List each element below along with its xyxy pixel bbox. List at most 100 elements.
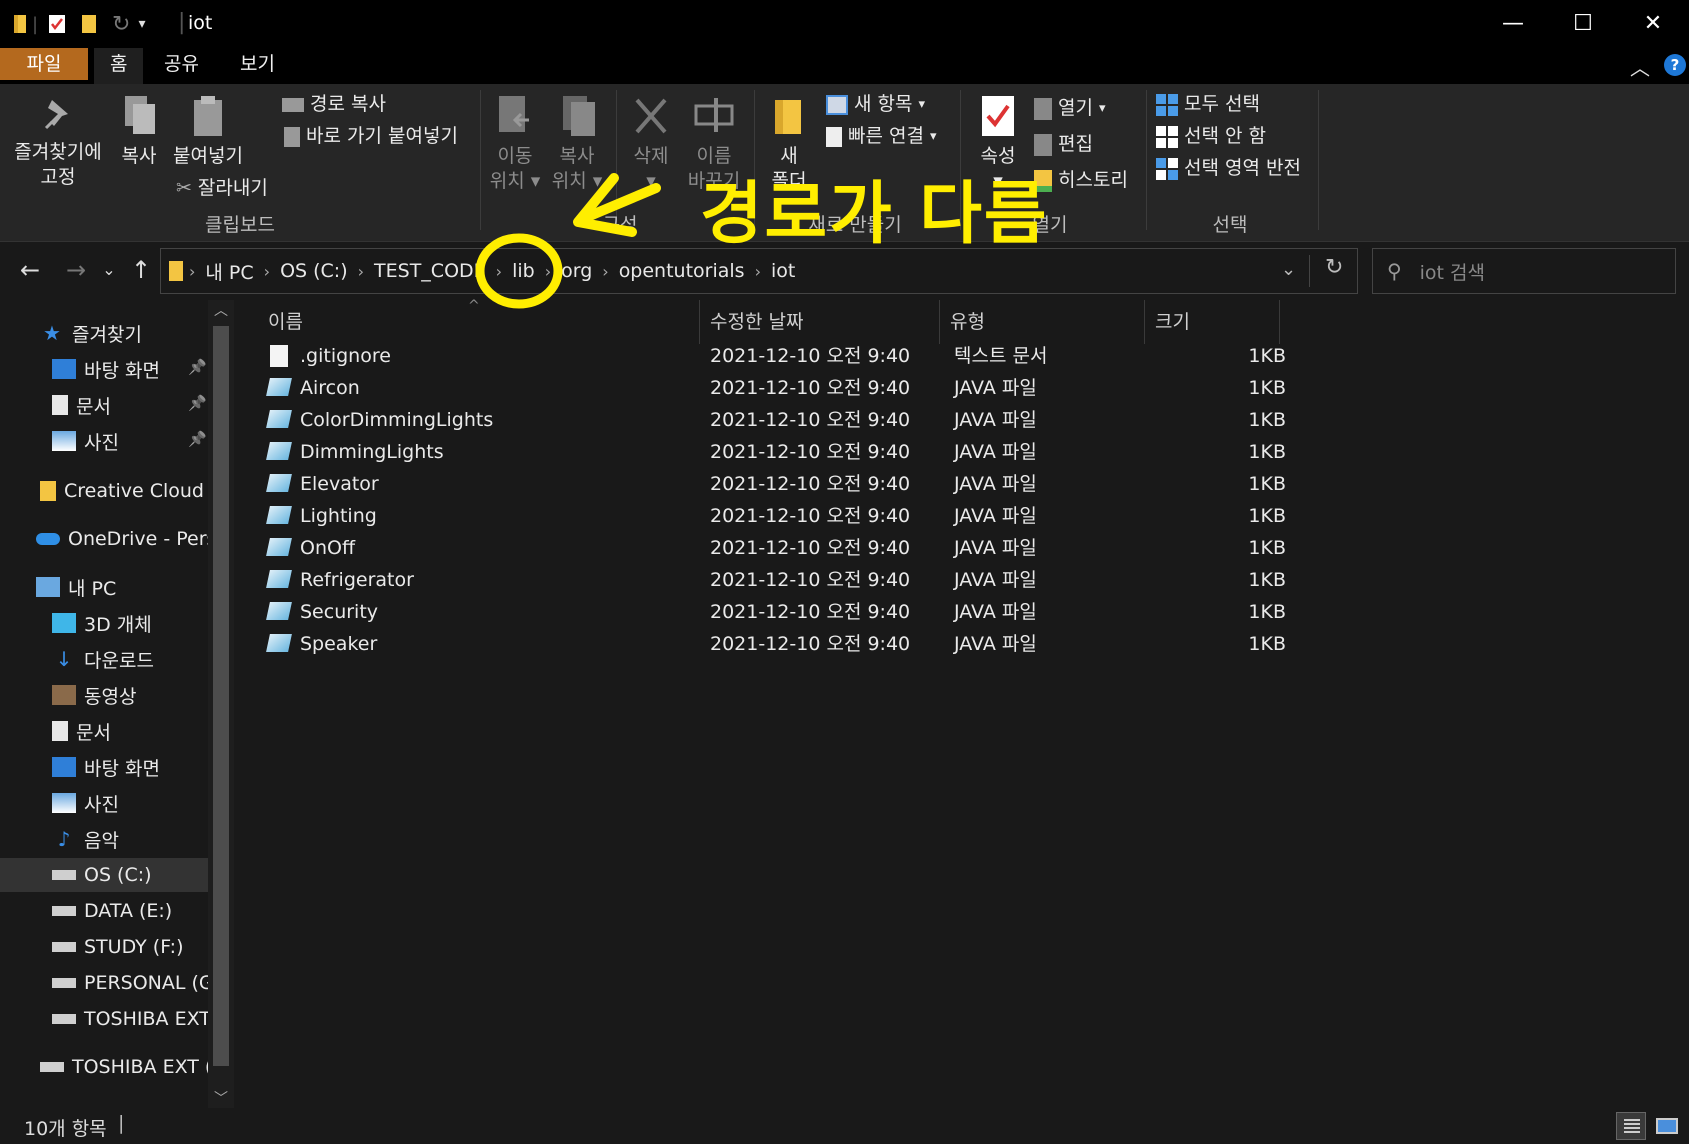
back-button[interactable]: ← [14, 252, 46, 288]
redo-icon[interactable]: ↻ [112, 12, 130, 37]
new-folder-quick-icon[interactable] [80, 13, 100, 35]
select-all-button[interactable]: 모두 선택 [1156, 92, 1260, 117]
edit-icon [1034, 133, 1052, 156]
properties-quick-icon[interactable] [46, 13, 68, 35]
scroll-up-icon[interactable]: ︿ [214, 300, 228, 320]
file-row[interactable]: Security 2021-12-10 오전 9:40 JAVA 파일 1KB [262, 596, 1524, 628]
open-button[interactable]: 열기 ▾ [1034, 96, 1106, 121]
nav-item[interactable]: PERSONAL (G:) [0, 966, 208, 1000]
nav-item[interactable]: OS (C:) [0, 858, 208, 892]
nav-item[interactable]: TOSHIBA EXT (I:) [0, 1002, 208, 1036]
file-row[interactable]: Refrigerator 2021-12-10 오전 9:40 JAVA 파일 1KB [262, 564, 1524, 596]
paste-button[interactable]: 붙여넣기 [170, 94, 246, 169]
search-box[interactable]: ⚲ iot 검색 [1372, 248, 1676, 294]
new-item-button[interactable]: 새 항목 ▾ [826, 92, 925, 117]
breadcrumb-opentutorials[interactable]: opentutorials [609, 260, 755, 282]
details-view-button[interactable] [1616, 1112, 1646, 1140]
edit-button[interactable]: 편집 [1034, 132, 1093, 157]
nav-item[interactable]: 내 PC [0, 570, 208, 604]
refresh-icon[interactable]: ↻ [1325, 255, 1343, 280]
nav-item[interactable]: 동영상 [0, 678, 208, 712]
file-type: JAVA 파일 [954, 377, 1037, 399]
breadcrumb-this-pc[interactable]: 내 PC [195, 258, 263, 285]
nav-item[interactable]: 문서 [0, 714, 208, 748]
pictures-icon [52, 793, 76, 813]
cut-button[interactable]: ✂ 잘라내기 [176, 176, 268, 201]
paste-shortcut-button[interactable]: 바로 가기 붙여넣기 [284, 124, 458, 149]
column-header-size[interactable]: 크기 [1145, 300, 1280, 344]
nav-item[interactable]: 바탕 화면 [0, 352, 208, 386]
breadcrumb-org[interactable]: org [551, 260, 602, 282]
breadcrumb-test-code[interactable]: TEST_CODE [364, 260, 496, 282]
tab-share[interactable]: 공유 [148, 48, 215, 80]
file-date: 2021-12-10 오전 9:40 [710, 569, 911, 591]
easy-access-button[interactable]: 빠른 연결 ▾ [826, 124, 937, 149]
tab-view[interactable]: 보기 [224, 48, 291, 80]
up-button[interactable]: ↑ [126, 252, 156, 288]
column-header-date[interactable]: 수정한 날짜 [700, 300, 940, 344]
file-type: JAVA 파일 [954, 569, 1037, 591]
delete-button[interactable]: 삭제 ▾ [624, 94, 678, 194]
nav-item[interactable]: 3D 개체 [0, 606, 208, 640]
nav-item[interactable]: 문서 [0, 388, 208, 422]
file-row[interactable]: Aircon 2021-12-10 오전 9:40 JAVA 파일 1KB [262, 372, 1524, 404]
new-item-icon [826, 94, 848, 115]
column-header-name[interactable]: 이름 ^ [240, 298, 700, 344]
delete-icon [635, 98, 667, 134]
nav-item[interactable]: 사진 [0, 786, 208, 820]
nav-item[interactable]: ↓ 다운로드 [0, 642, 208, 676]
file-size: 1KB [1248, 537, 1286, 559]
file-row[interactable]: .gitignore 2021-12-10 오전 9:40 텍스트 문서 1KB [262, 340, 1524, 372]
close-button[interactable]: ✕ [1618, 0, 1688, 46]
file-row[interactable]: OnOff 2021-12-10 오전 9:40 JAVA 파일 1KB [262, 532, 1524, 564]
nav-item[interactable]: TOSHIBA EXT (I:) [0, 1050, 208, 1084]
pc-icon [36, 577, 60, 597]
select-none-button[interactable]: 선택 안 함 [1156, 124, 1266, 149]
breadcrumb-iot[interactable]: iot [761, 260, 805, 282]
copy-button[interactable]: 복사 [112, 94, 166, 169]
minimize-button[interactable]: — [1478, 0, 1548, 46]
java-file-icon [266, 506, 292, 524]
tab-file[interactable]: 파일 [0, 48, 88, 80]
nav-item[interactable]: OneDrive - Personal [0, 522, 208, 556]
nav-item[interactable]: Creative Cloud Files [0, 474, 208, 508]
pin-to-quick-access-button[interactable]: 즐겨찾기에 고정 [8, 94, 108, 190]
help-icon[interactable]: ? [1664, 54, 1686, 76]
nav-item-label: Creative Cloud Files [64, 480, 208, 502]
nav-item[interactable]: STUDY (F:) [0, 930, 208, 964]
file-row[interactable]: ColorDimmingLights 2021-12-10 오전 9:40 JAVA… [262, 404, 1524, 436]
file-row[interactable]: Lighting 2021-12-10 오전 9:40 JAVA 파일 1KB [262, 500, 1524, 532]
forward-button[interactable]: → [60, 252, 92, 288]
move-to-button[interactable]: 이동 위치 ▾ [488, 94, 542, 194]
nav-item[interactable]: ♪ 음악 [0, 822, 208, 856]
copy-path-button[interactable]: 경로 복사 [282, 92, 386, 117]
breadcrumb-os-c[interactable]: OS (C:) [270, 260, 358, 282]
nav-scroll-thumb[interactable] [213, 326, 229, 1066]
collapse-ribbon-icon[interactable]: ︿ [1630, 52, 1650, 81]
nav-item[interactable]: ★ 즐겨찾기 [0, 316, 208, 350]
customize-quick-access-icon[interactable]: ▾ [138, 16, 145, 32]
nav-scrollbar[interactable]: ︿ ﹀ [208, 300, 234, 1108]
annotation-text: 경로가 다름 [700, 175, 1049, 254]
nav-item[interactable]: 사진 [0, 424, 208, 458]
breadcrumb-lib[interactable]: lib [502, 260, 545, 282]
copy-to-button[interactable]: 복사 위치 ▾ [550, 94, 604, 194]
file-row[interactable]: Elevator 2021-12-10 오전 9:40 JAVA 파일 1KB [262, 468, 1524, 500]
file-name: OnOff [300, 537, 356, 559]
nav-item[interactable]: DATA (E:) [0, 894, 208, 928]
address-dropdown-icon[interactable]: ⌄ [1281, 259, 1296, 280]
tab-home[interactable]: 홈 [94, 48, 144, 84]
file-row[interactable]: DimmingLights 2021-12-10 오전 9:40 JAVA 파일 1K… [262, 436, 1524, 468]
scroll-down-icon[interactable]: ﹀ [214, 1088, 228, 1108]
file-date: 2021-12-10 오전 9:40 [710, 473, 911, 495]
search-input[interactable]: iot 검색 [1420, 258, 1485, 285]
new-folder-icon [775, 100, 801, 134]
file-row[interactable]: Speaker 2021-12-10 오전 9:40 JAVA 파일 1KB [262, 628, 1524, 660]
maximize-button[interactable]: ☐ [1548, 0, 1618, 46]
nav-item[interactable]: 바탕 화면 [0, 750, 208, 784]
search-icon: ⚲ [1387, 259, 1402, 283]
large-icons-view-button[interactable] [1652, 1112, 1682, 1140]
invert-selection-button[interactable]: 선택 영역 반전 [1156, 156, 1301, 181]
column-header-type[interactable]: 유형 [940, 300, 1145, 344]
recent-locations-button[interactable]: ⌄ [98, 252, 120, 288]
